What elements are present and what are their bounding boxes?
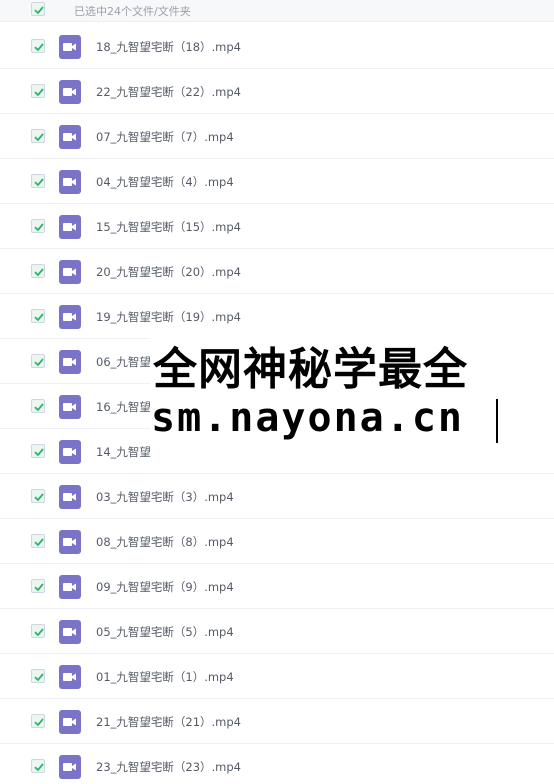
check-icon <box>34 6 44 15</box>
file-row[interactable]: 03_九智望宅断（3）.mp4 <box>0 474 554 519</box>
watermark-title: 全网神秘学最全 <box>153 344 468 395</box>
file-row[interactable]: 01_九智望宅断（1）.mp4 <box>0 654 554 699</box>
check-icon <box>34 538 44 547</box>
file-name[interactable]: 06_九智望 <box>96 354 151 370</box>
video-file-icon <box>59 440 81 464</box>
file-name[interactable]: 22_九智望宅断（22）.mp4 <box>96 84 241 100</box>
file-checkbox[interactable] <box>31 84 45 98</box>
video-file-icon <box>59 260 81 284</box>
check-icon <box>34 358 44 367</box>
video-file-icon <box>59 665 81 689</box>
select-all-checkbox[interactable] <box>31 2 45 16</box>
check-icon <box>34 673 44 682</box>
file-checkbox[interactable] <box>31 354 45 368</box>
file-row[interactable]: 07_九智望宅断（7）.mp4 <box>0 114 554 159</box>
watermark-url: sm.nayona.cn <box>151 395 464 441</box>
file-checkbox[interactable] <box>31 219 45 233</box>
check-icon <box>34 313 44 322</box>
file-checkbox[interactable] <box>31 759 45 773</box>
check-icon <box>34 133 44 142</box>
file-name[interactable]: 15_九智望宅断（15）.mp4 <box>96 219 241 235</box>
text-caret <box>496 399 498 443</box>
file-name[interactable]: 08_九智望宅断（8）.mp4 <box>96 534 234 550</box>
file-name[interactable]: 03_九智望宅断（3）.mp4 <box>96 489 234 505</box>
file-row[interactable]: 15_九智望宅断（15）.mp4 <box>0 204 554 249</box>
video-file-icon <box>59 395 81 419</box>
file-checkbox[interactable] <box>31 624 45 638</box>
watermark-overlay: 全网神秘学最全 sm.nayona.cn <box>150 329 554 454</box>
file-checkbox[interactable] <box>31 174 45 188</box>
file-name[interactable]: 16_九智望 <box>96 399 151 415</box>
file-name[interactable]: 01_九智望宅断（1）.mp4 <box>96 669 234 685</box>
file-name[interactable]: 20_九智望宅断（20）.mp4 <box>96 264 241 280</box>
file-name[interactable]: 09_九智望宅断（9）.mp4 <box>96 579 234 595</box>
video-file-icon <box>59 710 81 734</box>
file-row[interactable]: 04_九智望宅断（4）.mp4 <box>0 159 554 204</box>
check-icon <box>34 43 44 52</box>
file-name[interactable]: 07_九智望宅断（7）.mp4 <box>96 129 234 145</box>
file-row[interactable]: 21_九智望宅断（21）.mp4 <box>0 699 554 744</box>
file-checkbox[interactable] <box>31 309 45 323</box>
file-row[interactable]: 23_九智望宅断（23）.mp4 <box>0 744 554 784</box>
file-checkbox[interactable] <box>31 399 45 413</box>
check-icon <box>34 763 44 772</box>
video-file-icon <box>59 305 81 329</box>
video-file-icon <box>59 350 81 374</box>
video-file-icon <box>59 485 81 509</box>
video-file-icon <box>59 620 81 644</box>
file-checkbox[interactable] <box>31 534 45 548</box>
file-row[interactable]: 05_九智望宅断（5）.mp4 <box>0 609 554 654</box>
check-icon <box>34 88 44 97</box>
file-name[interactable]: 04_九智望宅断（4）.mp4 <box>96 174 234 190</box>
video-file-icon <box>59 215 81 239</box>
file-checkbox[interactable] <box>31 579 45 593</box>
selection-summary: 已选中24个文件/文件夹 <box>74 5 191 18</box>
check-icon <box>34 403 44 412</box>
file-row[interactable]: 18_九智望宅断（18）.mp4 <box>0 24 554 69</box>
file-checkbox[interactable] <box>31 39 45 53</box>
file-row[interactable]: 20_九智望宅断（20）.mp4 <box>0 249 554 294</box>
file-row[interactable]: 08_九智望宅断（8）.mp4 <box>0 519 554 564</box>
file-checkbox[interactable] <box>31 264 45 278</box>
check-icon <box>34 628 44 637</box>
file-checkbox[interactable] <box>31 489 45 503</box>
file-checkbox[interactable] <box>31 444 45 458</box>
file-name[interactable]: 19_九智望宅断（19）.mp4 <box>96 309 241 325</box>
check-icon <box>34 448 44 457</box>
video-file-icon <box>59 170 81 194</box>
file-checkbox[interactable] <box>31 669 45 683</box>
check-icon <box>34 223 44 232</box>
check-icon <box>34 493 44 502</box>
video-file-icon <box>59 530 81 554</box>
check-icon <box>34 718 44 727</box>
file-row[interactable]: 09_九智望宅断（9）.mp4 <box>0 564 554 609</box>
file-name[interactable]: 05_九智望宅断（5）.mp4 <box>96 624 234 640</box>
check-icon <box>34 178 44 187</box>
video-file-icon <box>59 35 81 59</box>
selection-header: 已选中24个文件/文件夹 <box>0 0 554 22</box>
video-file-icon <box>59 755 81 779</box>
file-name[interactable]: 21_九智望宅断（21）.mp4 <box>96 714 241 730</box>
video-file-icon <box>59 575 81 599</box>
file-checkbox[interactable] <box>31 714 45 728</box>
check-icon <box>34 268 44 277</box>
file-row[interactable]: 22_九智望宅断（22）.mp4 <box>0 69 554 114</box>
video-file-icon <box>59 125 81 149</box>
file-name[interactable]: 23_九智望宅断（23）.mp4 <box>96 759 241 775</box>
video-file-icon <box>59 80 81 104</box>
file-name[interactable]: 18_九智望宅断（18）.mp4 <box>96 39 241 55</box>
check-icon <box>34 583 44 592</box>
file-name[interactable]: 14_九智望 <box>96 444 151 460</box>
file-checkbox[interactable] <box>31 129 45 143</box>
